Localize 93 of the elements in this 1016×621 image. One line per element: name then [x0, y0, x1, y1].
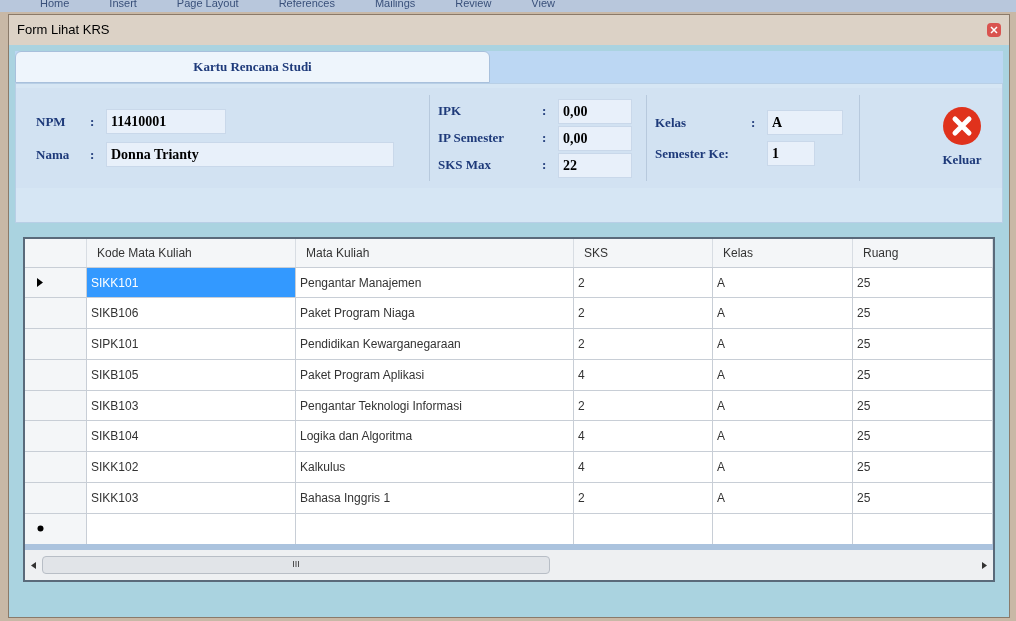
- table-cell: SIKB104: [87, 421, 296, 452]
- scroll-right-icon: [982, 561, 987, 569]
- ribbon-tab-label: View: [531, 0, 555, 11]
- colon: :: [90, 145, 96, 164]
- table-cell: Paket Program Niaga: [296, 298, 574, 329]
- row-header[interactable]: [25, 359, 87, 390]
- ribbon-tab-label: Review: [455, 0, 492, 11]
- field-label: SKS Max: [438, 156, 493, 175]
- column-header[interactable]: Mata Kuliah: [296, 239, 574, 267]
- table-cell: 2: [574, 390, 713, 421]
- ribbon-tab-label: Home: [40, 0, 70, 11]
- table-cell: A: [713, 359, 853, 390]
- row-header[interactable]: [25, 482, 87, 513]
- table-cell: 2: [574, 329, 713, 359]
- close-icon: [942, 106, 982, 147]
- row-header[interactable]: [25, 298, 87, 329]
- column-header[interactable]: Kode Mata Kuliah: [87, 239, 296, 267]
- table-cell: Pengantar Manajemen: [296, 267, 574, 298]
- colon: :: [542, 156, 548, 175]
- table-cell: Logika dan Algoritma: [296, 421, 574, 452]
- table-cell: SIKK103: [87, 482, 296, 513]
- field-label: Nama: [36, 145, 71, 164]
- field-label: Semester Ke:: [655, 144, 730, 163]
- close-icon: [990, 26, 998, 34]
- table-cell: A: [713, 298, 853, 329]
- horizontal-scrollbar[interactable]: III: [25, 550, 993, 581]
- table-cell: 2: [574, 482, 713, 513]
- row-header[interactable]: [25, 421, 87, 452]
- ribbon-tab-label: Page Layout: [176, 0, 239, 11]
- table-cell: 25: [853, 329, 993, 359]
- score-field[interactable]: 22: [558, 152, 632, 178]
- table-cell: 25: [853, 482, 993, 513]
- colon: :: [542, 102, 548, 121]
- window-title: Form Lihat KRS: [17, 21, 110, 40]
- table-cell: 2: [574, 298, 713, 329]
- table-cell: SIKK101: [87, 267, 296, 298]
- score-field[interactable]: 0,00: [558, 125, 632, 151]
- column-header[interactable]: SKS: [574, 239, 713, 267]
- field-label: Kelas: [655, 113, 688, 132]
- row-header[interactable]: [25, 390, 87, 421]
- table-cell: 4: [574, 452, 713, 482]
- grip-text: III: [292, 558, 300, 572]
- ribbon-tab-label: Mailings: [374, 0, 416, 11]
- table-cell: SIPK101: [87, 329, 296, 359]
- name-field[interactable]: Donna Trianty: [106, 142, 394, 167]
- score-field[interactable]: 0,00: [558, 98, 632, 124]
- table-cell: SIKK102: [87, 452, 296, 482]
- ribbon-tab-label: References: [278, 0, 335, 11]
- table-cell: SIKB106: [87, 298, 296, 329]
- table-cell: A: [713, 421, 853, 452]
- table-cell: 25: [853, 267, 993, 298]
- column-header[interactable]: Ruang: [853, 239, 993, 267]
- close-button[interactable]: [987, 23, 1001, 37]
- npm-field[interactable]: 11410001: [106, 109, 226, 134]
- table-cell: SIKB103: [87, 390, 296, 421]
- colon: :: [542, 129, 548, 148]
- table-cell: A: [713, 329, 853, 359]
- colon: :: [751, 113, 757, 132]
- scrollbar-thumb[interactable]: III: [42, 556, 550, 575]
- table-cell: Bahasa Inggris 1: [296, 482, 574, 513]
- table-cell: 2: [574, 267, 713, 298]
- new-row-icon: [37, 525, 44, 533]
- table-cell: A: [713, 452, 853, 482]
- exit-button[interactable]: Keluar: [942, 106, 982, 170]
- table-cell: Pendidikan Kewarganegaraan: [296, 329, 574, 359]
- table-cell: 25: [853, 390, 993, 421]
- field-label: IPK: [438, 102, 463, 121]
- scroll-left-icon: [31, 561, 36, 569]
- field-label: NPM: [36, 112, 67, 131]
- table-cell: 4: [574, 421, 713, 452]
- current-row-icon: [37, 278, 43, 288]
- row-header[interactable]: [25, 452, 87, 482]
- table-cell: A: [713, 390, 853, 421]
- table-cell: 25: [853, 421, 993, 452]
- table-cell: 25: [853, 298, 993, 329]
- row-header[interactable]: [25, 329, 87, 359]
- colon: :: [90, 112, 96, 131]
- table-cell: 4: [574, 359, 713, 390]
- table-cell: Paket Program Aplikasi: [296, 359, 574, 390]
- table-cell: SIKB105: [87, 359, 296, 390]
- class-field[interactable]: A: [767, 110, 843, 135]
- table-cell: Kalkulus: [296, 452, 574, 482]
- table-cell: 25: [853, 452, 993, 482]
- row-header[interactable]: [25, 267, 87, 298]
- tab[interactable]: Kartu Rencana Studi: [15, 51, 490, 83]
- ribbon-tab-label: Insert: [109, 0, 137, 11]
- field-label: IP Semester: [438, 129, 506, 148]
- table-cell: A: [713, 482, 853, 513]
- table-cell: A: [713, 267, 853, 298]
- table-cell: Pengantar Teknologi Informasi: [296, 390, 574, 421]
- column-header[interactable]: Kelas: [713, 239, 853, 267]
- class-field[interactable]: 1: [767, 141, 815, 166]
- table-cell: 25: [853, 359, 993, 390]
